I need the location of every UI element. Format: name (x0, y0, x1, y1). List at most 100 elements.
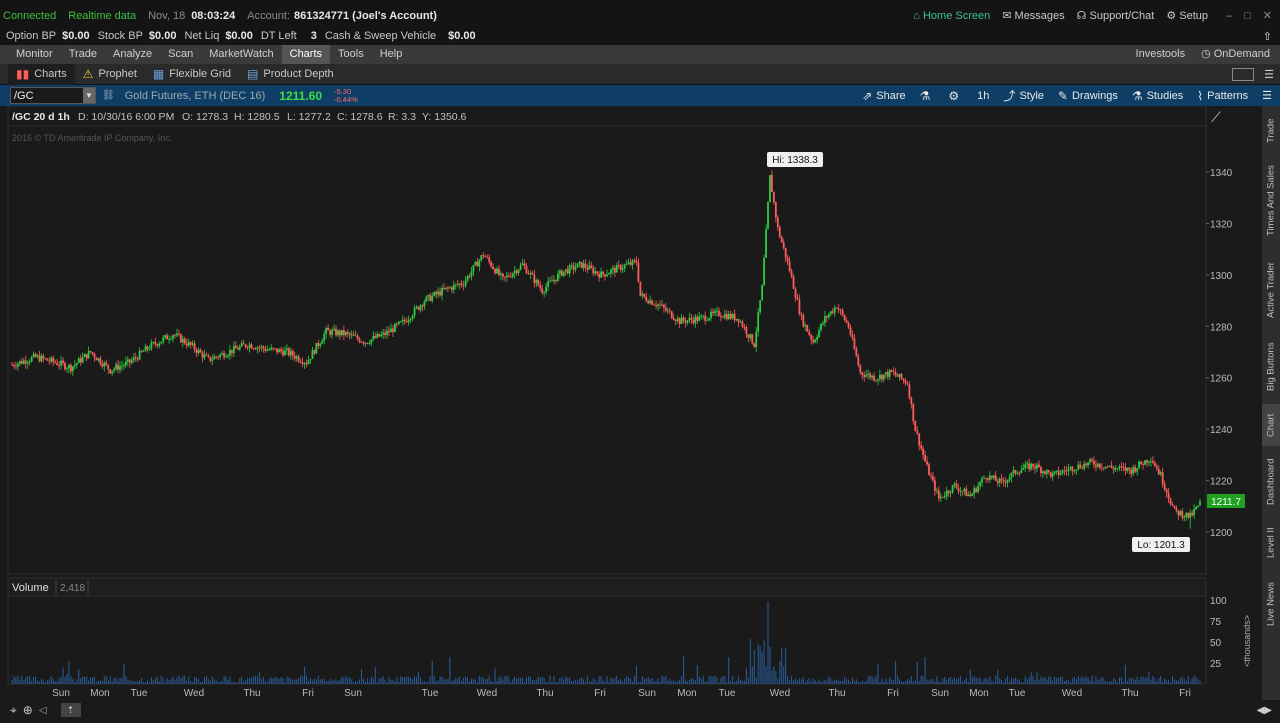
candle-body (278, 349, 280, 353)
candle-body (861, 372, 864, 375)
candle-body (1079, 464, 1082, 468)
side-tab-trade[interactable]: Trade (1262, 110, 1280, 152)
menu-lines-icon[interactable]: ☰ (1264, 68, 1274, 81)
candle-body (517, 269, 520, 273)
candle-body (331, 330, 333, 335)
menu-help[interactable]: Help (372, 45, 411, 64)
candle-body (26, 362, 29, 364)
layout-icon[interactable] (1232, 67, 1255, 81)
subtab-product-depth[interactable]: ▤ Product Depth (239, 64, 342, 85)
candle-body (939, 496, 942, 499)
flask-button[interactable]: ⚗ (920, 89, 935, 103)
patterns-button[interactable]: ⌇ Patterns (1197, 89, 1248, 103)
side-tab-big-buttons[interactable]: Big Buttons (1262, 334, 1280, 400)
candle-body (892, 371, 895, 373)
candle-body (293, 355, 296, 359)
side-tab-live-news[interactable]: Live News (1262, 574, 1280, 634)
candle-body (1020, 469, 1023, 473)
time-tick-label: Sun (344, 688, 362, 699)
candle-body (266, 349, 269, 351)
price-chart[interactable]: /GC 20 d 1h D: 10/30/16 6:00 PM O: 1278.… (0, 105, 1262, 720)
menu-tools[interactable]: Tools (330, 45, 372, 64)
subtab-flexible-grid[interactable]: ▦ Flexible Grid (145, 64, 239, 85)
candle-body (174, 335, 176, 336)
candle-body (1191, 512, 1194, 516)
candle-body (358, 338, 361, 343)
candle-body (498, 268, 500, 276)
scroll-arrows-icon[interactable]: ◀▶ (1257, 705, 1272, 716)
menu-monitor[interactable]: Monitor (8, 45, 61, 64)
maximize-button[interactable]: □ (1244, 10, 1251, 22)
candle-body (333, 328, 335, 331)
subtab-charts[interactable]: ▮▮ Charts (8, 63, 75, 85)
candle-body (547, 281, 549, 287)
setup-button[interactable]: ⚙ Setup (1166, 9, 1208, 22)
candle-body (81, 356, 84, 363)
candle-body (232, 345, 235, 354)
pan-icon[interactable]: ◁ (39, 705, 47, 716)
share-button[interactable]: ⇗ Share (862, 89, 905, 103)
candle-body (690, 317, 693, 320)
candle-body (810, 334, 813, 340)
net-liq: Net Liq $0.00 (184, 30, 253, 42)
home-screen-button[interactable]: ⌂ Home Screen (913, 10, 990, 22)
link-icon[interactable]: ⛓ (102, 90, 115, 101)
candle-body (378, 333, 381, 337)
ondemand-button[interactable]: ◷ OnDemand (1193, 45, 1278, 64)
time-tick-label: Sun (52, 688, 70, 699)
candle-body (765, 228, 767, 258)
close-button[interactable]: ✕ (1263, 9, 1272, 22)
side-tab-level-ii[interactable]: Level II (1262, 518, 1280, 568)
toolbar-menu-icon[interactable]: ☰ (1262, 89, 1272, 102)
studies-button[interactable]: ⚗ Studies (1132, 89, 1183, 103)
menu-trade[interactable]: Trade (61, 45, 105, 64)
chart-settings-button[interactable]: ⚙ (948, 89, 963, 103)
side-tab-times-and-sales[interactable]: Times And Sales (1262, 156, 1280, 246)
candle-body (272, 347, 275, 349)
candle-body (325, 327, 328, 335)
side-tab-chart[interactable]: Chart (1262, 404, 1280, 446)
candle-body (168, 339, 170, 340)
candle-body (392, 328, 394, 332)
candle-body (124, 361, 127, 366)
candle-body (729, 313, 732, 319)
candle-body (947, 490, 950, 494)
account-selector[interactable]: 861324771 (Joel's Account) (294, 10, 437, 22)
time-tick-label: Fri (1179, 688, 1191, 699)
chart-area[interactable]: /GC 20 d 1h D: 10/30/16 6:00 PM O: 1278.… (0, 105, 1262, 720)
candle-body (470, 271, 473, 277)
candle-body (545, 286, 548, 293)
menu-marketwatch[interactable]: MarketWatch (201, 45, 281, 64)
candle-body (1061, 470, 1064, 474)
menu-charts[interactable]: Charts (281, 45, 331, 64)
chevron-down-icon[interactable]: ▼ (83, 88, 95, 103)
candle-body (678, 318, 681, 324)
timeframe-button[interactable]: 1h (977, 90, 989, 102)
menu-scan[interactable]: Scan (160, 45, 201, 64)
drawing-tool-icon[interactable]: ⟋ (1211, 109, 1221, 125)
candle-body (1136, 468, 1139, 472)
collapse-icon[interactable]: ⇧ (1263, 30, 1272, 43)
style-button[interactable]: ⤴ Style (1003, 87, 1043, 104)
candle-body (394, 323, 396, 332)
expand-button[interactable]: ⇡ (60, 703, 81, 717)
side-tab-dashboard[interactable]: Dashboard (1262, 452, 1280, 512)
investools-link[interactable]: Investools (1128, 45, 1194, 64)
support-chat-button[interactable]: ☊ Support/Chat (1077, 9, 1155, 22)
subtab-prophet[interactable]: ⚠ Prophet (75, 64, 145, 85)
drawings-button[interactable]: ✎ Drawings (1058, 89, 1118, 103)
style-icon: ⤴ (1003, 89, 1016, 103)
crosshair-icon[interactable]: ⌖ (10, 703, 17, 718)
menu-analyze[interactable]: Analyze (105, 45, 160, 64)
candle-body (482, 255, 485, 256)
candle-body (439, 291, 441, 296)
candle-body (445, 287, 447, 289)
candle-body (103, 362, 106, 367)
symbol-input[interactable]: /GC ▼ (10, 87, 96, 104)
minimize-button[interactable]: – (1226, 10, 1232, 22)
candle-body (374, 336, 377, 338)
messages-button[interactable]: ✉ Messages (1002, 9, 1064, 22)
side-tab-active-trader[interactable]: Active Trader (1262, 252, 1280, 328)
candle-body (712, 311, 714, 314)
zoom-icon[interactable]: ⊕ (23, 703, 33, 717)
